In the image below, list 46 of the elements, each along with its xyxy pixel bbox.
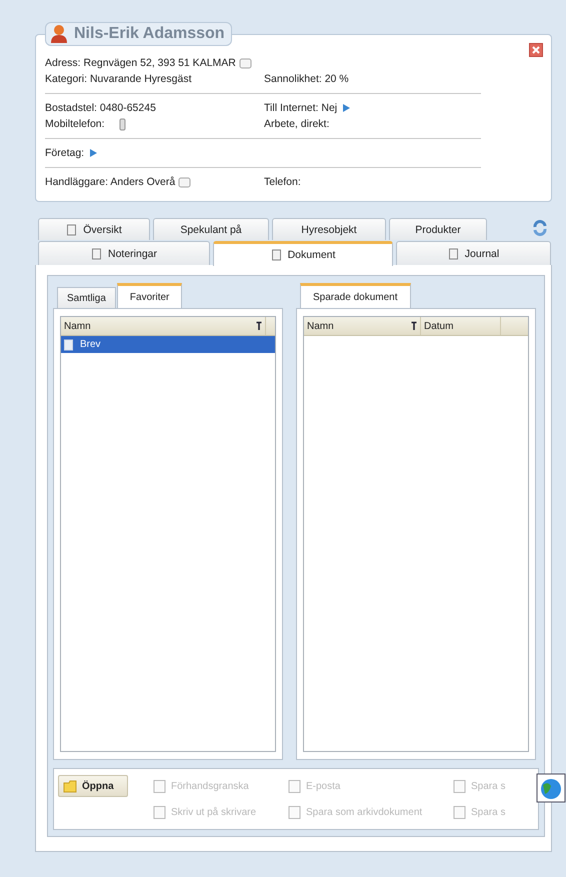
document-icon (66, 224, 78, 236)
column-header[interactable]: Datum (421, 317, 501, 335)
list-item[interactable]: Brev (61, 336, 275, 353)
contact-name: Nils-Erik Adamsson (74, 25, 225, 43)
contact-field: Handläggare: Anders Overå (45, 176, 176, 188)
arrow-icon[interactable] (89, 148, 98, 158)
tab[interactable]: Journal (396, 241, 551, 265)
contact-field: Adress: Regnvägen 52, 393 51 KALMAR (45, 57, 236, 69)
contact-field: Bostadstel: 0480-65245 (45, 102, 156, 114)
contact-field: Mobiltelefon: (45, 118, 105, 130)
contact-field: Sannolikhet: 20 % (264, 73, 349, 85)
close-icon[interactable] (529, 43, 543, 57)
card-icon[interactable] (178, 176, 192, 188)
contact-field: Till Internet: Nej (264, 102, 338, 114)
document-icon (152, 778, 167, 794)
tab[interactable]: Samtliga (57, 287, 116, 308)
phone-icon (118, 118, 126, 130)
tab[interactable]: Spekulant på (153, 218, 269, 240)
tab[interactable]: Hyresobjekt (272, 218, 386, 240)
contact-field: Företag: (45, 147, 84, 159)
document-icon (90, 248, 102, 260)
globe-icon[interactable] (536, 773, 566, 803)
tab[interactable]: Produkter (389, 218, 487, 240)
contact-field: Kategori: Nuvarande Hyresgäst (45, 73, 192, 85)
document-icon (452, 804, 467, 820)
document-icon (63, 338, 75, 350)
toolbar-button[interactable]: Öppna (58, 775, 128, 797)
contact-field: Telefon: (264, 176, 301, 188)
tab[interactable]: Dokument (213, 241, 393, 266)
document-icon (152, 804, 167, 820)
contact-field: Arbete, direkt: (264, 118, 330, 130)
document-icon (270, 249, 282, 261)
tab[interactable]: Översikt (38, 218, 150, 240)
arrow-icon[interactable] (342, 103, 352, 113)
refresh-icon[interactable] (532, 220, 548, 236)
tab[interactable]: Sparade dokument (300, 283, 411, 308)
tab[interactable]: Noteringar (38, 241, 210, 265)
column-header[interactable]: Namn (304, 317, 421, 335)
person-icon (50, 24, 68, 44)
card-icon[interactable] (238, 58, 252, 68)
document-icon (287, 804, 302, 820)
document-icon (452, 778, 467, 794)
document-icon (448, 248, 459, 260)
document-icon (287, 778, 302, 794)
folder-icon (63, 778, 78, 794)
tab[interactable]: Favoriter (116, 283, 182, 308)
